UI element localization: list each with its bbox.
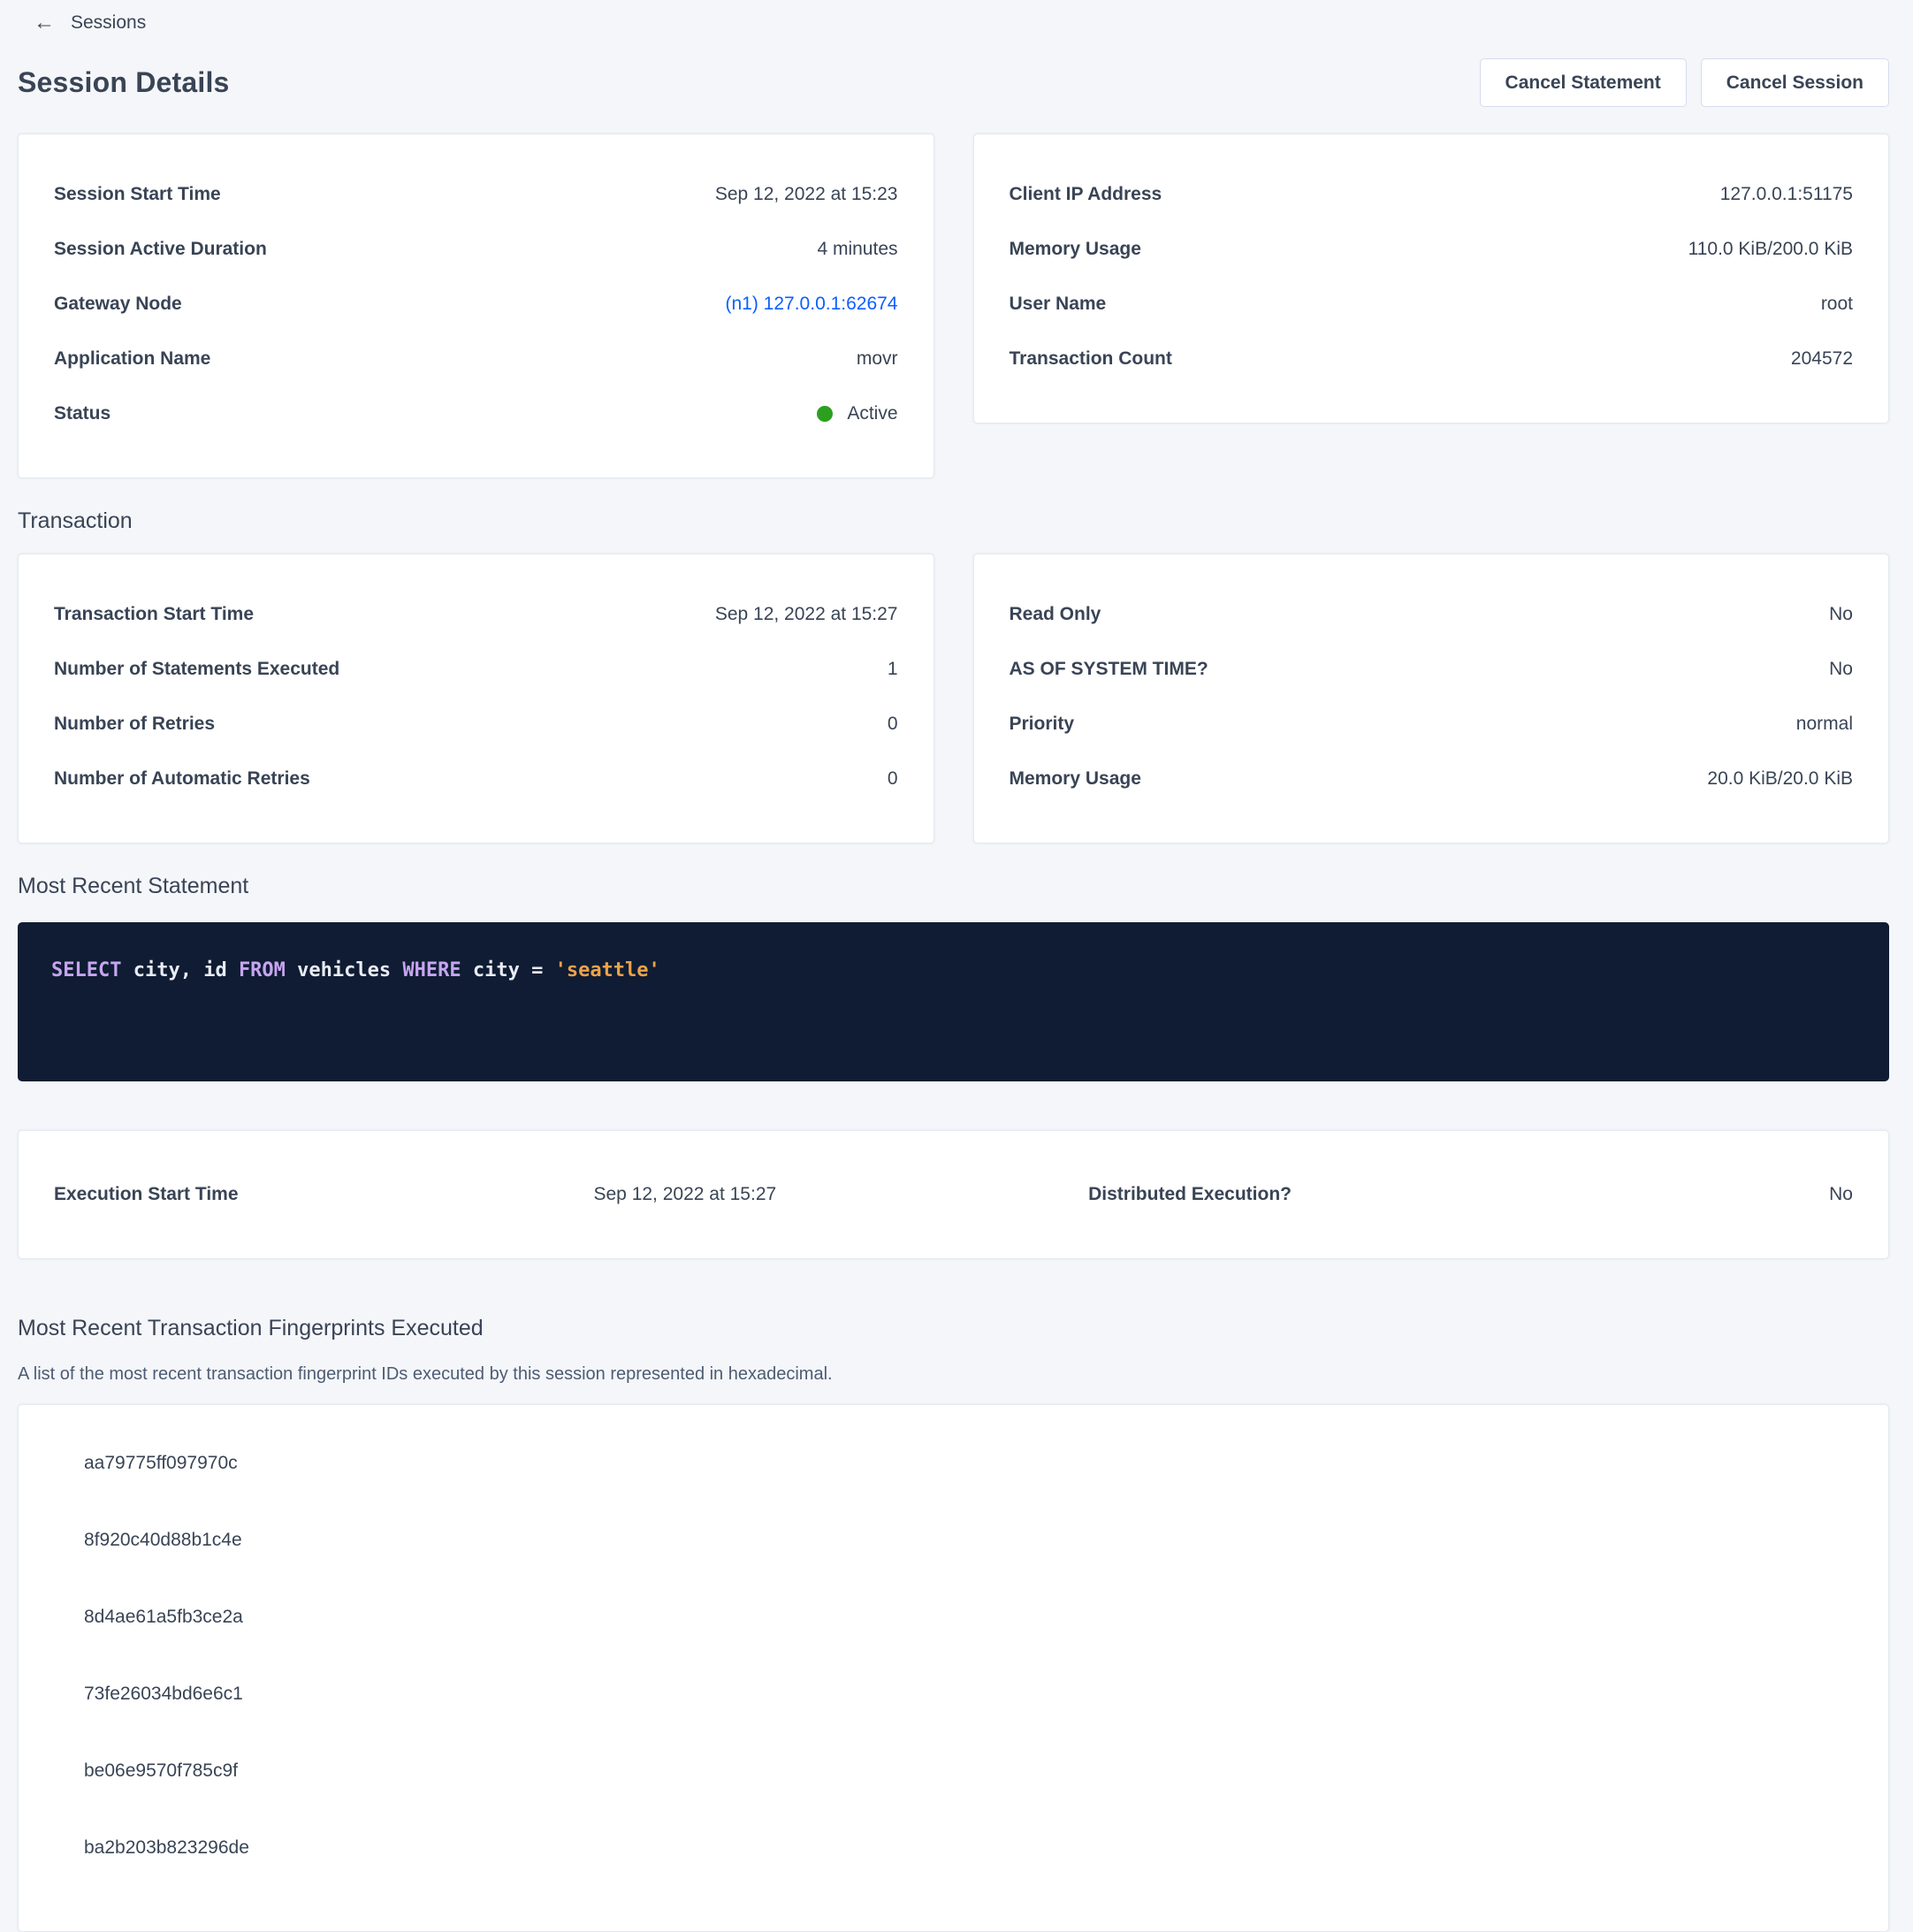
client-ip-label: Client IP Address	[1010, 182, 1162, 207]
status-active-dot-icon	[817, 406, 833, 422]
application-name-value: movr	[857, 347, 898, 371]
priority-row: Priority normal	[1010, 712, 1854, 737]
transaction-count-row: Transaction Count 204572	[1010, 347, 1854, 371]
client-ip-row: Client IP Address 127.0.0.1:51175	[1010, 182, 1854, 207]
session-active-duration-value: 4 minutes	[817, 237, 897, 262]
session-details-page: ← Sessions Session Details Cancel Statem…	[0, 0, 1913, 1932]
gateway-node-label: Gateway Node	[54, 292, 182, 317]
sql-keyword-where: WHERE	[402, 959, 461, 981]
sql-statement-code: SELECT city, id FROM vehicles WHERE city…	[51, 959, 660, 981]
transaction-count-value: 204572	[1791, 347, 1853, 371]
automatic-retries-row: Number of Automatic Retries 0	[54, 767, 898, 791]
fingerprint-item: be06e9570f785c9f	[84, 1759, 1853, 1783]
cancel-statement-button[interactable]: Cancel Statement	[1480, 58, 1687, 107]
status-row: Status Active	[54, 401, 898, 426]
transaction-start-time-label: Transaction Start Time	[54, 602, 254, 627]
session-info-card: Session Start Time Sep 12, 2022 at 15:23…	[18, 134, 934, 478]
session-active-duration-label: Session Active Duration	[54, 237, 267, 262]
fingerprints-section-heading: Most Recent Transaction Fingerprints Exe…	[18, 1316, 1889, 1341]
sql-statement-box: SELECT city, id FROM vehicles WHERE city…	[18, 922, 1889, 1081]
fingerprint-item: 8d4ae61a5fb3ce2a	[84, 1605, 1853, 1630]
status-text: Active	[847, 401, 897, 426]
session-summary-row: Session Start Time Sep 12, 2022 at 15:23…	[18, 134, 1889, 478]
number-of-retries-label: Number of Retries	[54, 712, 215, 737]
application-name-label: Application Name	[54, 347, 210, 371]
transaction-memory-usage-row: Memory Usage 20.0 KiB/20.0 KiB	[1010, 767, 1854, 791]
fingerprints-card: aa79775ff097970c 8f920c40d88b1c4e 8d4ae6…	[18, 1404, 1889, 1932]
statements-executed-row: Number of Statements Executed 1	[54, 657, 898, 682]
page-title: Session Details	[18, 66, 230, 99]
breadcrumb-back-sessions[interactable]: ← Sessions	[34, 12, 146, 34]
session-start-time-row: Session Start Time Sep 12, 2022 at 15:23	[54, 182, 898, 207]
execution-start-time-label: Execution Start Time	[54, 1182, 594, 1207]
fingerprint-item: 73fe26034bd6e6c1	[84, 1682, 1853, 1707]
session-memory-usage-value: 110.0 KiB/200.0 KiB	[1688, 237, 1853, 262]
transaction-count-label: Transaction Count	[1010, 347, 1172, 371]
priority-value: normal	[1796, 712, 1853, 737]
number-of-retries-row: Number of Retries 0	[54, 712, 898, 737]
application-name-row: Application Name movr	[54, 347, 898, 371]
automatic-retries-label: Number of Automatic Retries	[54, 767, 310, 791]
session-start-time-label: Session Start Time	[54, 182, 221, 207]
sql-keyword-select: SELECT	[51, 959, 121, 981]
distributed-execution-value: No	[1592, 1182, 1853, 1207]
action-buttons: Cancel Statement Cancel Session	[1480, 58, 1889, 107]
fingerprint-item: 8f920c40d88b1c4e	[84, 1528, 1853, 1553]
transaction-memory-usage-label: Memory Usage	[1010, 767, 1141, 791]
transaction-memory-usage-value: 20.0 KiB/20.0 KiB	[1707, 767, 1853, 791]
session-start-time-value: Sep 12, 2022 at 15:23	[715, 182, 898, 207]
back-arrow-icon: ←	[34, 12, 55, 34]
as-of-system-time-row: AS OF SYSTEM TIME? No	[1010, 657, 1854, 682]
automatic-retries-value: 0	[888, 767, 898, 791]
status-label: Status	[54, 401, 111, 426]
fingerprint-item: ba2b203b823296de	[84, 1836, 1853, 1860]
statements-executed-label: Number of Statements Executed	[54, 657, 339, 682]
transaction-info-card: Transaction Start Time Sep 12, 2022 at 1…	[18, 554, 934, 844]
cancel-session-button[interactable]: Cancel Session	[1701, 58, 1889, 107]
gateway-node-row: Gateway Node (n1) 127.0.0.1:62674	[54, 292, 898, 317]
transaction-props-card: Read Only No AS OF SYSTEM TIME? No Prior…	[973, 554, 1890, 844]
session-active-duration-row: Session Active Duration 4 minutes	[54, 237, 898, 262]
fingerprints-description: A list of the most recent transaction fi…	[18, 1364, 1889, 1385]
as-of-system-time-label: AS OF SYSTEM TIME?	[1010, 657, 1208, 682]
execution-start-time-value: Sep 12, 2022 at 15:27	[594, 1182, 1089, 1207]
breadcrumb-label: Sessions	[71, 12, 146, 34]
sql-segment-condition: city =	[461, 959, 555, 981]
sql-string-literal: 'seattle'	[555, 959, 660, 981]
client-ip-value: 127.0.0.1:51175	[1720, 182, 1853, 207]
sql-segment-table: vehicles	[286, 959, 402, 981]
statements-executed-value: 1	[888, 657, 898, 682]
transaction-section-heading: Transaction	[18, 508, 1889, 534]
read-only-row: Read Only No	[1010, 602, 1854, 627]
title-bar: Session Details Cancel Statement Cancel …	[18, 58, 1889, 107]
status-value: Active	[817, 401, 897, 426]
sql-segment-columns: city, id	[121, 959, 238, 981]
user-name-label: User Name	[1010, 292, 1107, 317]
fingerprint-item: aa79775ff097970c	[84, 1451, 1853, 1476]
transaction-summary-row: Transaction Start Time Sep 12, 2022 at 1…	[18, 554, 1889, 844]
number-of-retries-value: 0	[888, 712, 898, 737]
gateway-node-link[interactable]: (n1) 127.0.0.1:62674	[726, 292, 898, 317]
user-name-value: root	[1821, 292, 1853, 317]
transaction-start-time-value: Sep 12, 2022 at 15:27	[715, 602, 898, 627]
read-only-label: Read Only	[1010, 602, 1101, 627]
transaction-start-time-row: Transaction Start Time Sep 12, 2022 at 1…	[54, 602, 898, 627]
priority-label: Priority	[1010, 712, 1075, 737]
execution-summary-card: Execution Start Time Sep 12, 2022 at 15:…	[18, 1130, 1889, 1259]
distributed-execution-label: Distributed Execution?	[1088, 1182, 1592, 1207]
read-only-value: No	[1829, 602, 1853, 627]
client-info-card: Client IP Address 127.0.0.1:51175 Memory…	[973, 134, 1890, 424]
as-of-system-time-value: No	[1829, 657, 1853, 682]
statement-section-heading: Most Recent Statement	[18, 874, 1889, 899]
sql-keyword-from: FROM	[239, 959, 286, 981]
session-memory-usage-row: Memory Usage 110.0 KiB/200.0 KiB	[1010, 237, 1854, 262]
session-memory-usage-label: Memory Usage	[1010, 237, 1141, 262]
user-name-row: User Name root	[1010, 292, 1854, 317]
